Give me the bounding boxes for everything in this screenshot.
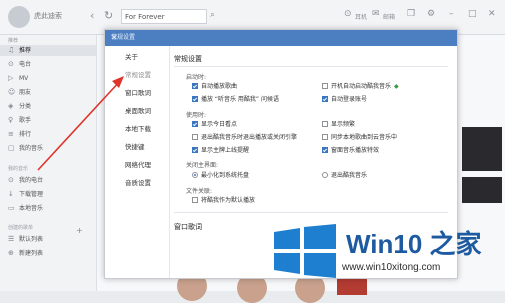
sidebar-item-singer[interactable]: ♀ 歌手: [0, 115, 96, 126]
option-show-frequent[interactable]: 显示频繁: [322, 120, 355, 129]
sidebar-item-friends[interactable]: ☺ 朋友: [0, 87, 96, 98]
radio-icon: ⊙: [8, 60, 14, 68]
mail-label[interactable]: 邮箱: [383, 12, 395, 21]
radio-button[interactable]: [322, 171, 328, 178]
nav-window-lyrics[interactable]: 窗口歌词: [105, 86, 169, 100]
sidebar-item-chart[interactable]: ≡ 排行: [0, 129, 96, 140]
singer-icon: ♀: [8, 116, 14, 124]
option-show-today[interactable]: 显示今日看点: [192, 120, 237, 129]
section-title: 常规设置: [174, 55, 202, 63]
option-sync-cloud[interactable]: 同步本地歌曲到云音乐中: [322, 133, 397, 142]
sidebar-item-local[interactable]: ▭ 本地音乐: [0, 203, 96, 214]
music-note-icon: ♫: [8, 46, 15, 54]
watermark-title: Win10 之家: [346, 229, 482, 259]
option-exit-engine[interactable]: 退出酷我音乐时退出播放或关闭引擎: [192, 133, 297, 142]
nav-shortcuts[interactable]: 快捷键: [105, 140, 169, 154]
search-icon[interactable]: ⌕: [210, 10, 215, 20]
chevron-left-icon[interactable]: ‹: [90, 9, 94, 22]
sidebar-item-mv[interactable]: ▷ MV: [0, 73, 96, 84]
divider: [174, 212, 448, 213]
checkbox[interactable]: [192, 120, 198, 127]
minimize-icon[interactable]: –: [449, 9, 454, 19]
sidebar-section-my-music: 我的音乐: [8, 166, 29, 172]
close-icon[interactable]: ✕: [111, 30, 452, 46]
option-default-player[interactable]: 将酷我作为默认播放: [192, 196, 255, 205]
option-auto-login[interactable]: 自动登录账号: [322, 95, 367, 104]
option-autoplay[interactable]: 自动播放歌曲: [192, 82, 237, 91]
nav-network-proxy[interactable]: 网络代理: [105, 158, 169, 172]
sidebar-section-playlists: 创建的歌单: [8, 225, 34, 231]
maximize-icon[interactable]: □: [468, 9, 477, 19]
mail-icon[interactable]: ✉: [372, 9, 380, 19]
sidebar-item-download[interactable]: ↓ 下载管理: [0, 189, 96, 200]
option-play-effect[interactable]: 窗面音乐播放特效: [322, 146, 379, 155]
watermark-url: www.win10xitong.com: [342, 262, 441, 273]
dialog-title-bar: 常规设置 ✕: [105, 30, 457, 46]
search-input[interactable]: For Forever: [121, 9, 207, 24]
nav-desktop-lyrics[interactable]: 桌面歌词: [105, 104, 169, 118]
background-album-cover[interactable]: [462, 127, 502, 171]
file-assoc-label: 文件关联:: [186, 188, 213, 195]
divider: [174, 66, 448, 67]
nav-general-settings[interactable]: 常规设置: [105, 68, 169, 82]
option-greeting[interactable]: 播放 “听音乐 用酷我” 问候语: [192, 95, 279, 104]
refresh-icon[interactable]: ↻: [104, 9, 113, 22]
settings-nav: 关于 常规设置 窗口歌词 桌面歌词 本地下载 快捷键 网络代理 音质设置: [105, 46, 170, 278]
radio-icon: ⊙: [8, 176, 14, 184]
sidebar: 推荐 ♫ 推荐 ⊙ 电台 ▷ MV ☺ 朋友 ◈ 分类 ♀ 歌手 ≡ 排行 ▢ …: [0, 35, 97, 291]
checkbox[interactable]: [322, 146, 328, 153]
username[interactable]: 虎此迪索: [34, 11, 62, 21]
sidebar-item-default-list[interactable]: ☰ 默认列表: [0, 234, 96, 245]
checkbox[interactable]: [192, 82, 198, 89]
sidebar-item-my-music[interactable]: ▢ 我的音乐: [0, 143, 96, 154]
headphones-icon[interactable]: ⊙: [344, 9, 352, 19]
close-icon[interactable]: ✕: [488, 9, 496, 19]
gear-icon[interactable]: ⚙: [427, 9, 435, 19]
category-icon: ◈: [8, 102, 14, 110]
checkbox[interactable]: [322, 120, 328, 127]
sidebar-item-category[interactable]: ◈ 分类: [0, 101, 96, 112]
radio-button[interactable]: [192, 171, 198, 178]
friends-icon: ☺: [8, 88, 16, 96]
video-icon: ▷: [8, 74, 14, 82]
sidebar-item-radio[interactable]: ⊙ 电台: [0, 59, 96, 70]
option-exit-app[interactable]: 退出酷我音乐: [322, 171, 367, 180]
sidebar-item-my-radio[interactable]: ⊙ 我的电台: [0, 175, 96, 186]
plus-icon: ⊕: [8, 249, 14, 257]
sidebar-item-recommend[interactable]: ♫ 推荐: [0, 45, 96, 56]
option-launch-on-boot[interactable]: 开机自动启动酷我音乐 ◆: [322, 82, 399, 91]
nav-audio-quality[interactable]: 音质设置: [105, 176, 169, 190]
headphone-label[interactable]: 耳机: [355, 12, 367, 21]
windows-logo-icon: [274, 224, 336, 278]
startup-label: 启动时:: [186, 74, 207, 81]
computer-icon: ▭: [8, 204, 15, 212]
sidebar-section-recommend: 推荐: [8, 38, 19, 44]
chart-icon: ≡: [8, 130, 14, 138]
usage-label: 使用时:: [186, 112, 207, 119]
list-icon: ☰: [8, 235, 15, 243]
checkbox[interactable]: [192, 146, 198, 153]
avatar[interactable]: [8, 6, 30, 28]
nav-local-download[interactable]: 本地下载: [105, 122, 169, 136]
checkbox[interactable]: [322, 82, 328, 89]
option-minimize-tray[interactable]: 最小化到系统托盘: [192, 171, 249, 180]
shield-icon: ◆: [394, 83, 399, 90]
folder-icon: ▢: [8, 144, 15, 152]
close-behavior-label: 关闭主界面:: [186, 162, 219, 169]
checkbox[interactable]: [322, 133, 328, 140]
checkbox[interactable]: [192, 95, 198, 102]
download-icon: ↓: [8, 190, 14, 198]
checkbox[interactable]: [322, 95, 328, 102]
checkbox[interactable]: [192, 133, 198, 140]
watermark: Win10 之家 www.win10xitong.com: [270, 214, 500, 288]
checkbox[interactable]: [192, 196, 198, 203]
background-album-cover[interactable]: [462, 177, 502, 203]
window-lyrics-title: 窗口歌词: [174, 223, 202, 231]
option-online-reminder[interactable]: 显示主牌上线提醒: [192, 146, 249, 155]
nav-about[interactable]: 关于: [105, 50, 169, 64]
sidebar-item-new-list[interactable]: ⊕ 新建列表: [0, 248, 96, 259]
shirt-icon[interactable]: ❒: [407, 9, 415, 19]
